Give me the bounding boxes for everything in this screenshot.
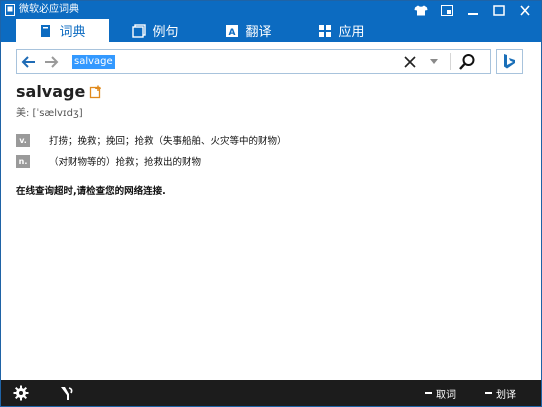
clear-icon[interactable] — [403, 55, 417, 69]
tab-label: 词典 — [59, 25, 86, 40]
window-title: 微软必应词典 — [19, 4, 79, 15]
cancel-capture-label: 取词 — [436, 389, 456, 401]
gear-icon[interactable] — [13, 385, 29, 401]
definition-row: v. 打捞；挽救；挽回；抢救（失事船舶、火灾等中的财物） — [16, 133, 287, 147]
select-translate-button[interactable]: 划译 — [485, 386, 516, 401]
tab-dictionary[interactable]: 词典 — [16, 19, 109, 42]
search-input[interactable]: salvage — [72, 55, 115, 69]
tab-label: 例句 — [152, 25, 179, 40]
window-controls — [409, 2, 537, 19]
headword: salvage — [16, 82, 86, 101]
tab-translate[interactable]: A 翻译 — [202, 19, 295, 42]
divider — [450, 53, 451, 70]
definition-text: 打捞；挽救；挽回；抢救（失事船舶、火灾等中的财物） — [49, 136, 287, 147]
forward-arrow-icon[interactable] — [43, 54, 59, 70]
minimize-button[interactable] — [461, 2, 485, 19]
status-message: 在线查询超时,请检查您的网络连接. — [16, 186, 166, 197]
bing-button[interactable] — [496, 49, 523, 74]
translate-icon: A — [226, 24, 239, 38]
definition-row: n. （对财物等的）抢救；抢救出的财物 — [16, 154, 201, 168]
header-bar: 微软必应词典 词典 例句 A 翻译 应用 — [1, 1, 541, 42]
bing-logo-icon — [503, 54, 515, 69]
maximize-button[interactable] — [487, 2, 511, 19]
tab-label: 应用 — [338, 25, 365, 40]
app-window: 微软必应词典 词典 例句 A 翻译 应用 salvage salvage 美: … — [0, 0, 542, 407]
book-icon — [41, 24, 51, 37]
tab-label: 翻译 — [245, 25, 272, 40]
notes-icon — [132, 23, 147, 38]
pos-badge: v. — [16, 133, 30, 147]
feedback-icon[interactable] — [59, 385, 75, 401]
cancel-capture-button[interactable]: 取词 — [425, 386, 456, 401]
svg-text:A: A — [229, 28, 236, 38]
skin-button[interactable] — [409, 2, 433, 19]
apps-icon — [319, 24, 332, 37]
back-arrow-icon[interactable] — [21, 54, 37, 70]
minimize-icon — [468, 13, 478, 15]
select-translate-label: 划译 — [496, 389, 516, 401]
dash-icon — [425, 392, 432, 394]
app-logo-icon — [5, 4, 15, 16]
bottom-bar: 取词 划译 — [1, 380, 541, 406]
title-bar: 微软必应词典 — [1, 1, 541, 20]
maximize-icon — [493, 5, 505, 16]
search-box: salvage — [16, 49, 491, 74]
tab-apps[interactable]: 应用 — [295, 19, 388, 42]
mini-mode-button[interactable] — [435, 2, 459, 19]
main-tabs: 词典 例句 A 翻译 应用 — [16, 19, 388, 42]
phonetic: 美: [ˈsælvɪdʒ] — [16, 108, 83, 119]
close-button[interactable] — [513, 2, 537, 19]
mini-window-icon — [441, 5, 453, 16]
dash-icon — [485, 392, 492, 394]
shirt-icon — [414, 5, 428, 16]
add-to-wordbook-icon[interactable] — [89, 85, 103, 99]
pos-badge: n. — [16, 154, 30, 168]
definition-text: （对财物等的）抢救；抢救出的财物 — [49, 157, 202, 168]
chevron-down-icon[interactable] — [429, 58, 439, 66]
close-icon — [520, 5, 530, 16]
search-icon[interactable] — [458, 53, 476, 71]
tab-examples[interactable]: 例句 — [109, 19, 202, 42]
